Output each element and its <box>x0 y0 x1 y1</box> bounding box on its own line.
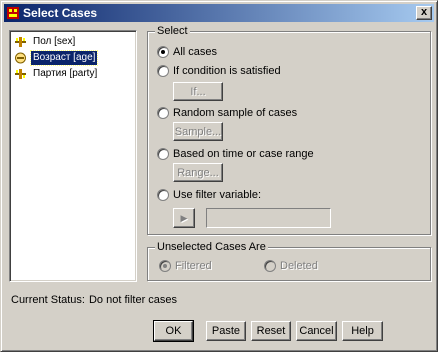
radio-time-range[interactable] <box>157 148 169 160</box>
radio-if-condition[interactable] <box>157 65 169 77</box>
select-cases-dialog: Select Cases x Пол [sex] Возраст [age] П… <box>0 0 438 352</box>
current-status: Current Status: Do not filter cases <box>11 293 177 307</box>
title-bar[interactable]: Select Cases x <box>4 4 434 22</box>
radio-filtered-label: Filtered <box>175 260 212 272</box>
radio-deleted-label: Deleted <box>280 260 318 272</box>
radio-filter-variable[interactable] <box>157 189 169 201</box>
scale-variable-icon <box>15 37 26 47</box>
radio-all-cases-label: All cases <box>173 46 218 58</box>
variable-label: Возраст [age] <box>29 50 99 66</box>
reset-button[interactable]: Reset <box>251 321 291 341</box>
status-value: Do not filter cases <box>88 294 178 306</box>
if-button[interactable]: If... <box>173 82 223 101</box>
variable-list[interactable]: Пол [sex] Возраст [age] Партия [party] <box>9 30 137 282</box>
app-icon <box>7 7 19 19</box>
scale-variable-icon <box>15 52 26 64</box>
close-icon: x <box>420 6 428 18</box>
radio-filter-variable-label: Use filter variable: <box>173 189 262 201</box>
radio-filtered[interactable] <box>159 260 171 272</box>
radio-all-cases[interactable] <box>157 46 169 58</box>
variable-label: Пол [sex] <box>33 36 76 47</box>
variable-label: Партия [party] <box>33 68 98 79</box>
radio-random-sample[interactable] <box>157 107 169 119</box>
cancel-button[interactable]: Cancel <box>296 321 337 341</box>
nominal-variable-icon <box>15 69 26 79</box>
radio-if-condition-label: If condition is satisfied <box>173 65 281 77</box>
window-title: Select Cases <box>23 6 98 20</box>
range-button[interactable]: Range... <box>173 163 223 182</box>
ok-button[interactable]: OK <box>153 320 194 342</box>
radio-time-range-label: Based on time or case range <box>173 148 314 160</box>
move-variable-button[interactable]: ▶ <box>173 208 195 228</box>
sample-button[interactable]: Sample... <box>173 122 223 141</box>
radio-random-sample-label: Random sample of cases <box>173 107 298 119</box>
close-button[interactable]: x <box>416 6 432 20</box>
select-group-title: Select <box>155 24 190 38</box>
help-button[interactable]: Help <box>342 321 383 341</box>
filter-variable-field[interactable] <box>206 208 331 228</box>
right-arrow-icon: ▶ <box>180 213 188 223</box>
radio-deleted[interactable] <box>264 260 276 272</box>
paste-button[interactable]: Paste <box>206 321 246 341</box>
unselected-group-title: Unselected Cases Are <box>155 240 268 254</box>
status-label: Current Status: <box>11 294 85 306</box>
